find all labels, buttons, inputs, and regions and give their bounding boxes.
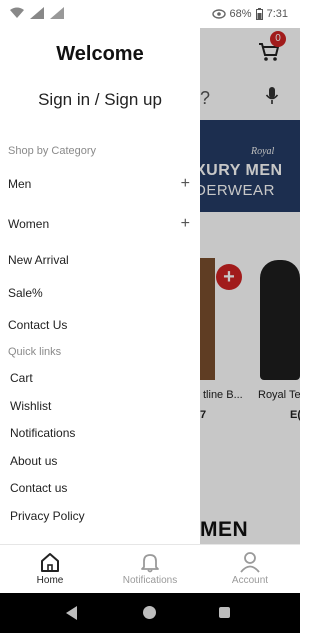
clock: 7:31	[266, 8, 288, 20]
status-bar: 68% 7:31	[0, 0, 300, 28]
system-navigation-bar	[0, 593, 300, 633]
expand-plus-icon[interactable]: +	[181, 215, 190, 233]
navigation-drawer: Welcome Sign in / Sign up Shop by Catego…	[0, 28, 200, 544]
home-icon	[41, 553, 59, 572]
quick-link-about-us[interactable]: About us	[10, 454, 57, 468]
status-icons-right: 68% 7:31	[211, 8, 288, 20]
quick-links-label: Quick links	[8, 346, 62, 358]
quick-link-notifications[interactable]: Notifications	[10, 426, 75, 440]
quick-link-wishlist[interactable]: Wishlist	[10, 399, 51, 413]
wifi-icon	[10, 7, 24, 18]
status-icons-left	[10, 7, 64, 19]
nav-account[interactable]: Account	[200, 545, 300, 594]
eye-icon	[211, 9, 226, 19]
signal-icon	[30, 7, 44, 19]
screen: 68% 7:31 0 ? Royal XURY MEN DERWEAR + tl…	[0, 0, 300, 633]
recents-icon[interactable]	[219, 607, 230, 618]
category-label: Contact Us	[8, 318, 68, 332]
quick-link-privacy-policy[interactable]: Privacy Policy	[10, 509, 85, 523]
drawer-welcome-title: Welcome	[56, 43, 144, 65]
category-label: Women	[8, 217, 50, 231]
quick-link-cart[interactable]: Cart	[10, 371, 33, 385]
nav-home-label: Home	[36, 575, 64, 586]
bottom-navigation: Home Notifications Account	[0, 544, 300, 594]
battery-icon	[255, 8, 263, 20]
nav-notifications-label: Notifications	[122, 575, 178, 586]
expand-plus-icon[interactable]: +	[181, 175, 190, 193]
bell-icon	[141, 554, 159, 573]
signal-icon-2	[50, 7, 64, 19]
sign-in-link[interactable]: Sign in / Sign up	[0, 90, 200, 110]
category-label: New Arrival	[8, 253, 69, 267]
battery-percent: 68%	[229, 8, 252, 20]
nav-home[interactable]: Home	[0, 545, 100, 594]
home-circle-icon[interactable]	[143, 606, 156, 619]
shop-by-category-label: Shop by Category	[8, 145, 97, 157]
nav-notifications[interactable]: Notifications	[100, 545, 200, 594]
category-label: Men	[8, 177, 32, 191]
back-icon[interactable]	[66, 606, 77, 620]
quick-link-contact-us[interactable]: Contact us	[10, 481, 67, 495]
category-item-new-arrival[interactable]: New Arrival	[8, 253, 192, 275]
category-item-men[interactable]: Men +	[8, 175, 192, 199]
category-item-contact-us[interactable]: Contact Us	[8, 318, 192, 340]
nav-account-label: Account	[231, 575, 269, 586]
category-item-sale[interactable]: Sale%	[8, 286, 192, 308]
person-icon	[240, 552, 260, 573]
category-item-women[interactable]: Women +	[8, 215, 192, 239]
category-label: Sale%	[8, 286, 43, 300]
